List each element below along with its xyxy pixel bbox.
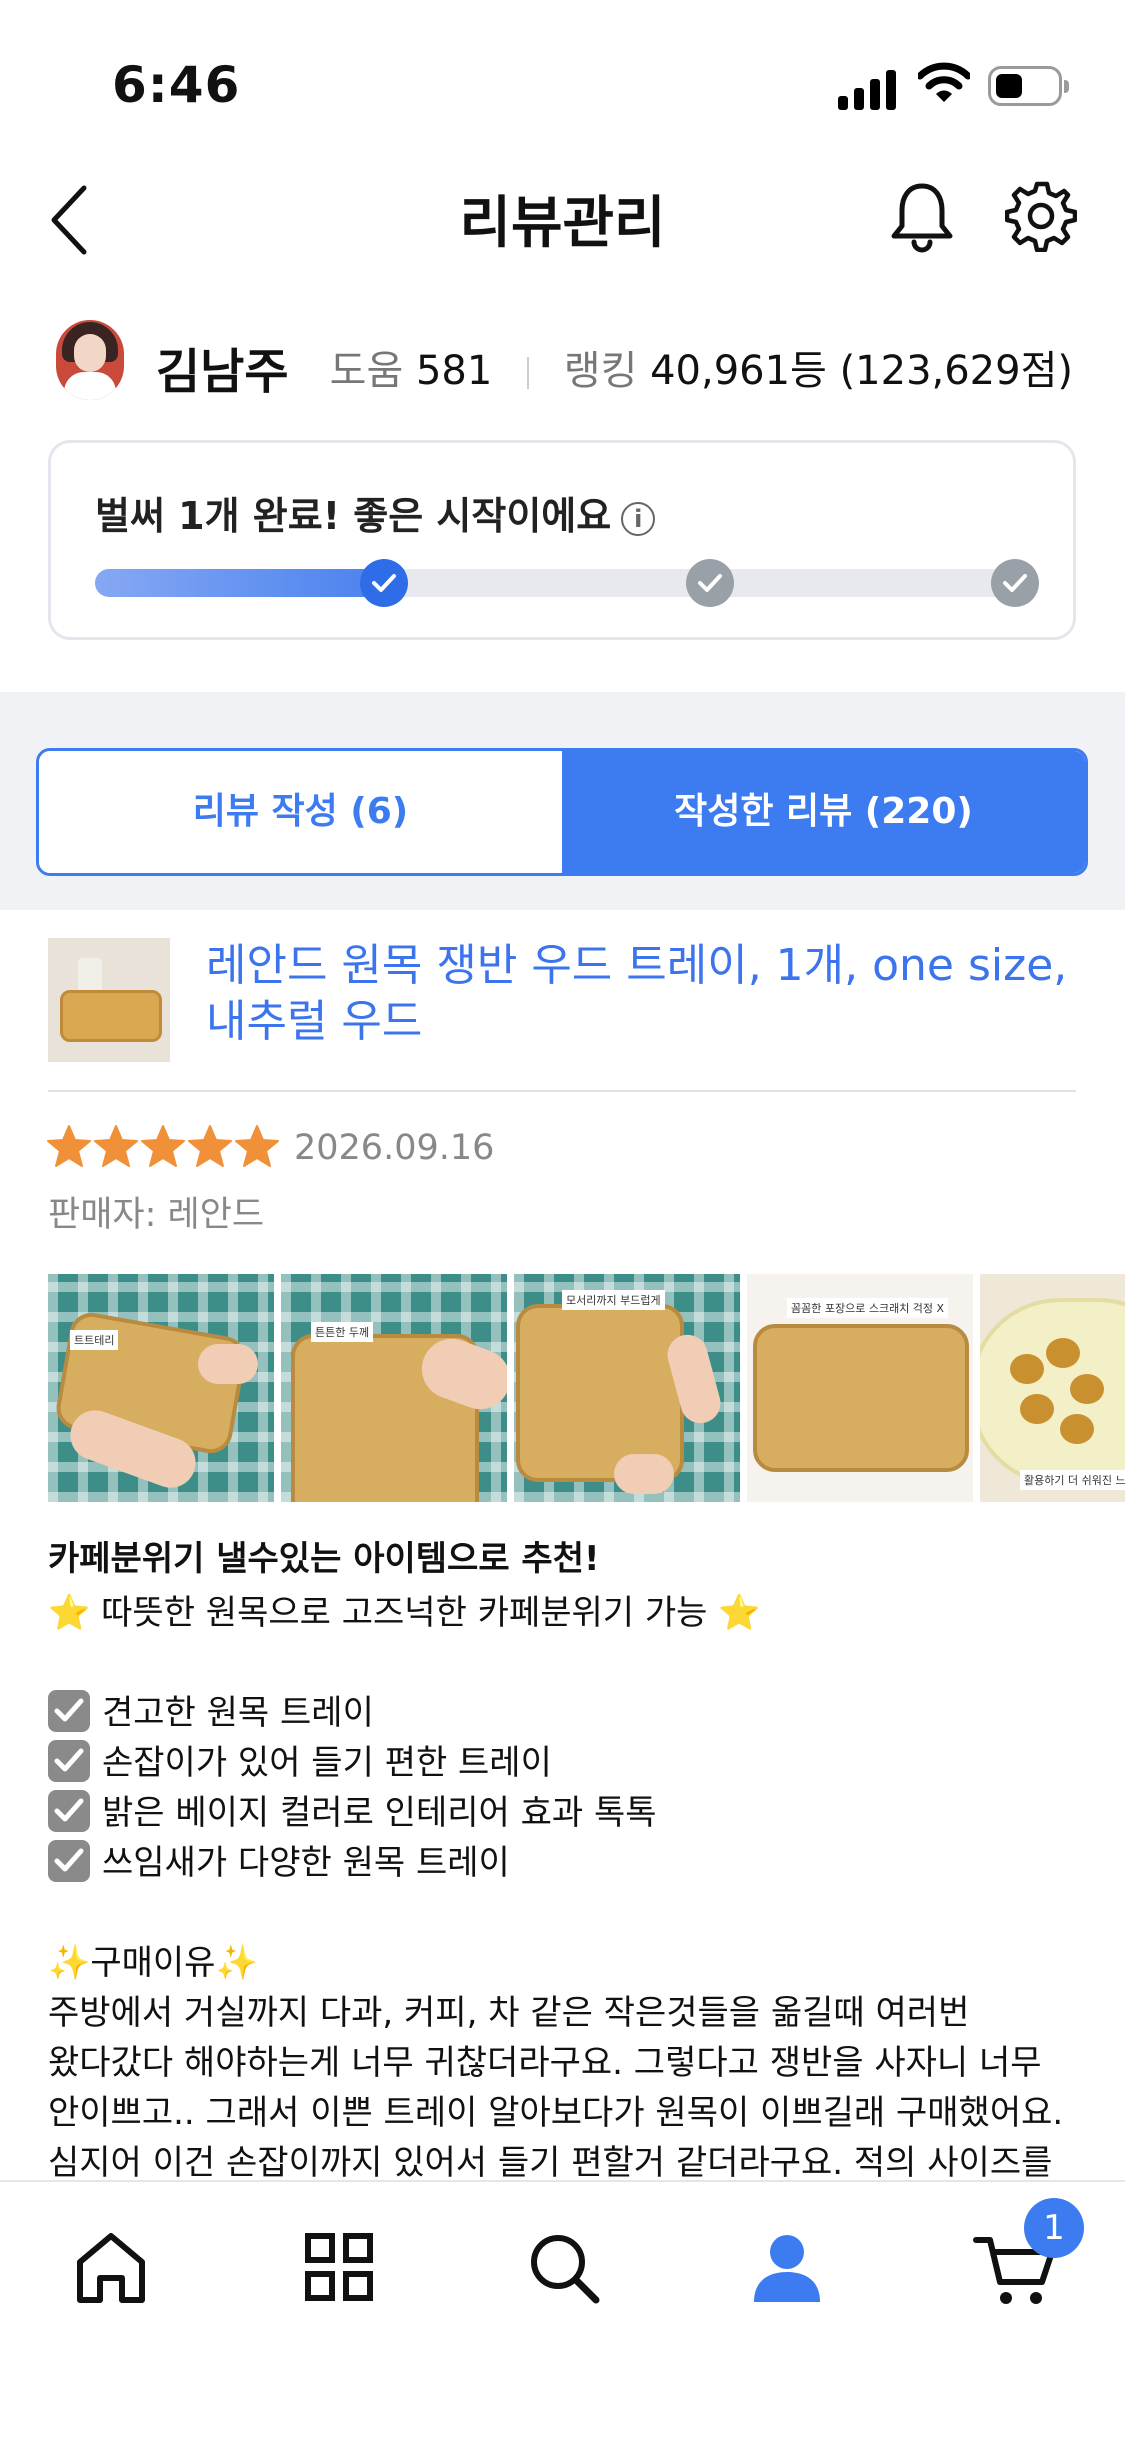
user-name: 김남주	[156, 344, 289, 400]
reason-title-row: ✨구매이유✨	[48, 1938, 1088, 1988]
avatar[interactable]	[56, 320, 124, 400]
checkbox-checked-icon	[48, 1690, 90, 1732]
help-label: 도움	[329, 348, 404, 394]
review-photo[interactable]: 활용하기 더 쉬워진 느낌	[980, 1274, 1125, 1502]
checklist-item: 쓰임새가 다양한 원목 트레이	[48, 1838, 1088, 1888]
profile-icon[interactable]	[742, 2222, 832, 2312]
product-title[interactable]: 레안드 원목 쟁반 우드 트레이, 1개, one size, 내추럴 우드	[206, 938, 1086, 1050]
checkbox-checked-icon	[48, 1740, 90, 1782]
review-photo[interactable]: 모서리까지 부드럽게	[514, 1274, 740, 1502]
search-icon[interactable]	[518, 2222, 608, 2312]
star-emoji-icon: ⭐	[718, 1593, 761, 1633]
review-photo[interactable]: 튼튼한 두께	[281, 1274, 507, 1502]
page-title: 리뷰관리	[459, 191, 666, 256]
photo-note: 모서리까지 부드럽게	[562, 1290, 665, 1310]
progress-track	[95, 559, 1039, 607]
profile-row: 김남주 도움 581 랭킹 40,961등 (123,629점)	[0, 310, 1125, 410]
milestone-check-icon	[359, 559, 408, 607]
ranking-value: 40,961등 (123,629점)	[650, 348, 1073, 394]
segmented-tabs: 리뷰 작성 (6) 작성한 리뷰 (220)	[36, 748, 1088, 876]
tab-written-reviews[interactable]: 작성한 리뷰 (220)	[562, 751, 1085, 873]
checklist-text: 쓰임새가 다양한 원목 트레이	[102, 1843, 510, 1883]
star-emoji-icon: ⭐	[48, 1593, 91, 1633]
ranking-label: 랭킹	[563, 348, 638, 394]
grid-icon[interactable]	[294, 2222, 384, 2312]
product-thumbnail[interactable]	[48, 938, 170, 1062]
help-value: 581	[415, 348, 493, 394]
divider	[48, 1090, 1076, 1092]
progress-message: 벌써 1개 완료! 좋은 시작이에요	[95, 494, 612, 538]
star-icon	[188, 1125, 232, 1167]
status-time: 6:46	[112, 56, 241, 114]
photo-note: 꼼꼼한 포장으로 스크래치 걱정 X	[787, 1298, 949, 1318]
review-photo[interactable]: 꼼꼼한 포장으로 스크래치 걱정 X	[747, 1274, 973, 1502]
review-date: 2026.09.16	[294, 1128, 495, 1168]
nav-header: 리뷰관리	[0, 150, 1125, 280]
review-subline-row: ⭐ 따뜻한 원목으로 고즈넉한 카페분위기 가능 ⭐	[48, 1588, 1088, 1638]
checklist-item: 견고한 원목 트레이	[48, 1688, 1088, 1738]
milestone-check-icon	[686, 559, 735, 607]
review-body: 카페분위기 낼수있는 아이템으로 추천! ⭐ 따뜻한 원목으로 고즈넉한 카페분…	[48, 1534, 1088, 2238]
review-photo[interactable]: 트트테리	[48, 1274, 274, 1502]
cart-badge: 1	[1024, 2198, 1084, 2258]
status-bar: 6:46	[0, 0, 1125, 150]
progress-fill	[95, 569, 384, 597]
photo-note: 트트테리	[70, 1330, 119, 1350]
reason-title: 구매이유	[90, 1943, 216, 1983]
checklist-item: 손잡이가 있어 들기 편한 트레이	[48, 1738, 1088, 1788]
checklist-text: 견고한 원목 트레이	[102, 1693, 374, 1733]
home-icon[interactable]	[66, 2222, 156, 2312]
star-icon	[141, 1125, 185, 1167]
photo-note: 튼튼한 두께	[311, 1322, 374, 1342]
checklist-text: 손잡이가 있어 들기 편한 트레이	[102, 1743, 552, 1783]
star-icon	[235, 1125, 279, 1167]
star-icon	[47, 1125, 91, 1167]
sparkles-icon: ✨	[48, 1943, 91, 1983]
battery-icon	[988, 66, 1069, 106]
seller-name: 판매자: 레안드	[48, 1195, 265, 1235]
milestone-check-icon	[991, 559, 1039, 607]
checkbox-checked-icon	[48, 1840, 90, 1882]
tab-write-review[interactable]: 리뷰 작성 (6)	[39, 751, 562, 873]
info-icon[interactable]: i	[621, 501, 656, 536]
review-headline: 카페분위기 낼수있는 아이템으로 추천!	[48, 1539, 600, 1579]
wifi-icon	[918, 62, 970, 102]
gear-icon[interactable]	[1005, 180, 1077, 252]
bell-icon[interactable]	[888, 180, 956, 254]
rating-stars	[46, 1124, 281, 1172]
photo-note: 활용하기 더 쉬워진 느낌	[1020, 1470, 1125, 1490]
progress-card: 벌써 1개 완료! 좋은 시작이에요 i	[48, 440, 1076, 640]
review-subline: 따뜻한 원목으로 고즈넉한 카페분위기 가능	[101, 1593, 708, 1633]
cellular-signal-icon	[838, 68, 900, 110]
progress-message-row: 벌써 1개 완료! 좋은 시작이에요 i	[95, 485, 656, 540]
star-icon	[94, 1125, 138, 1167]
stats-divider	[527, 357, 530, 389]
sparkles-icon: ✨	[215, 1943, 258, 1983]
checklist-text: 밝은 베이지 컬러로 인테리어 효과 톡톡	[102, 1793, 657, 1833]
checklist-item: 밝은 베이지 컬러로 인테리어 효과 톡톡	[48, 1788, 1088, 1838]
checkbox-checked-icon	[48, 1790, 90, 1832]
user-stats: 도움 581 랭킹 40,961등 (123,629점)	[330, 338, 1073, 396]
review-photo-strip[interactable]: 트트테리 튼튼한 두께 모서리까지 부드럽게 꼼꼼한 포장으로 스크래치 걱정 …	[48, 1274, 1125, 1502]
bottom-tab-bar	[0, 2180, 1125, 2438]
